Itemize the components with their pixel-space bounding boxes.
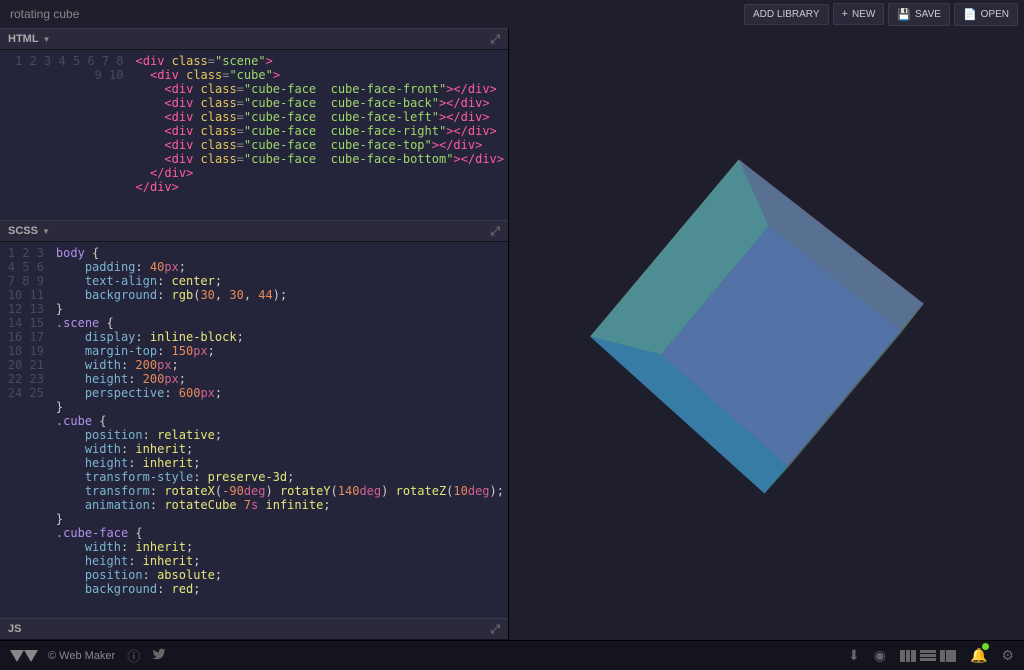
topbar: rotating cube ADD LIBRARY +NEW 💾SAVE 📄OP… <box>0 0 1024 28</box>
preview-pane <box>509 28 1024 640</box>
save-icon: 💾 <box>897 8 911 21</box>
settings-icon[interactable]: ⚙ <box>1001 647 1014 664</box>
js-pane-label: JS <box>8 623 21 635</box>
logo-icon[interactable] <box>10 648 38 664</box>
brand-link[interactable]: © Web Maker <box>48 650 115 662</box>
editors-column: HTML ▼ ⤢ 1 2 3 4 5 6 7 8 9 10 <div class… <box>0 28 509 640</box>
footer: © Web Maker ⓘ ⬇ ◉ 🔔 ⚙ <box>0 640 1024 670</box>
html-pane-header[interactable]: HTML ▼ ⤢ <box>0 28 508 50</box>
folder-icon: 📄 <box>963 8 977 21</box>
cube-face-top <box>590 159 924 493</box>
scss-pane: SCSS ▼ ⤢ 1 2 3 4 5 6 7 8 9 10 11 12 13 1… <box>0 220 508 618</box>
expand-icon[interactable]: ⤢ <box>490 622 500 637</box>
layout-rows-icon[interactable] <box>920 650 936 662</box>
new-button[interactable]: +NEW <box>833 3 885 25</box>
scss-pane-label: SCSS <box>8 225 38 237</box>
chevron-down-icon: ▼ <box>42 227 50 236</box>
js-pane-header[interactable]: JS ⤢ <box>0 618 508 640</box>
js-pane: JS ⤢ <box>0 618 508 640</box>
project-title[interactable]: rotating cube <box>6 7 79 21</box>
screenshot-icon[interactable]: ◉ <box>874 647 886 664</box>
scss-editor[interactable]: 1 2 3 4 5 6 7 8 9 10 11 12 13 14 15 16 1… <box>0 242 508 618</box>
expand-icon[interactable]: ⤢ <box>490 224 500 239</box>
notifications-icon[interactable]: 🔔 <box>970 647 987 664</box>
save-button[interactable]: 💾SAVE <box>888 3 950 26</box>
layout-right-icon[interactable] <box>940 650 956 662</box>
scss-pane-header[interactable]: SCSS ▼ ⤢ <box>0 220 508 242</box>
plus-icon: + <box>842 8 848 20</box>
add-library-button[interactable]: ADD LIBRARY <box>744 4 829 25</box>
preview-scene <box>667 234 867 434</box>
html-editor[interactable]: 1 2 3 4 5 6 7 8 9 10 <div class="scene">… <box>0 50 508 220</box>
layout-switcher <box>900 650 956 662</box>
chevron-down-icon: ▼ <box>43 35 51 44</box>
twitter-icon[interactable] <box>152 647 166 664</box>
help-icon[interactable]: ⓘ <box>127 646 140 665</box>
expand-icon[interactable]: ⤢ <box>490 32 500 47</box>
download-icon[interactable]: ⬇ <box>848 647 860 664</box>
html-pane-label: HTML <box>8 33 39 45</box>
open-button[interactable]: 📄OPEN <box>954 3 1018 26</box>
preview-cube <box>664 248 845 400</box>
html-pane: HTML ▼ ⤢ 1 2 3 4 5 6 7 8 9 10 <div class… <box>0 28 508 220</box>
layout-columns-icon[interactable] <box>900 650 916 662</box>
